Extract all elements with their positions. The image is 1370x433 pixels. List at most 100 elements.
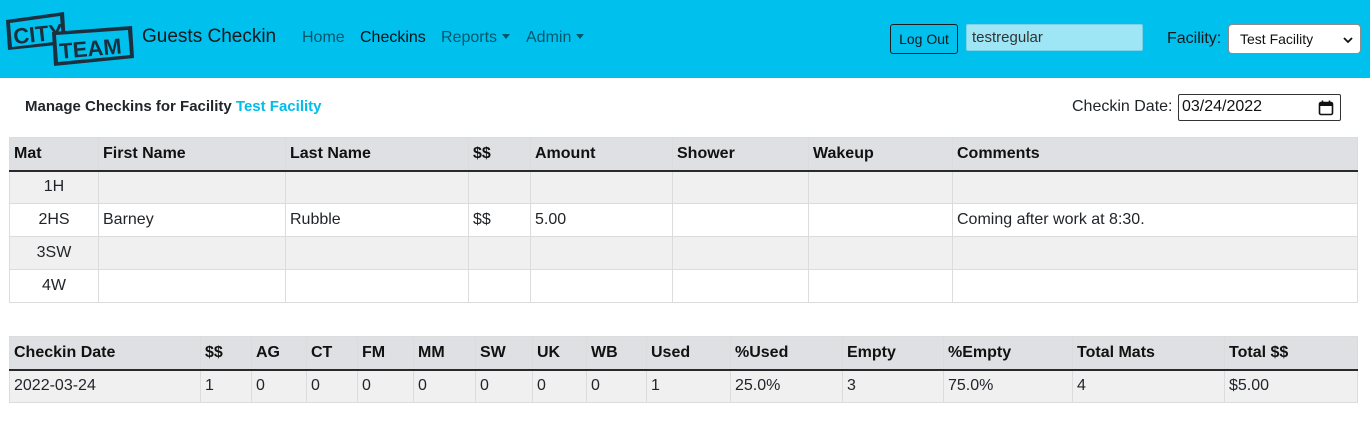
summary-col-header: SW <box>475 336 533 371</box>
checkin-date-value: 03/24/2022 <box>1182 98 1263 115</box>
caret-down-icon <box>576 34 585 39</box>
cell-last-name[interactable]: Rubble <box>285 203 469 237</box>
cell-comments[interactable] <box>952 269 1358 303</box>
summary-col-header: %Empty <box>943 336 1073 371</box>
facility-selected-value: Test Facility <box>1240 31 1314 47</box>
cell-comments[interactable] <box>952 170 1358 204</box>
caret-down-icon <box>502 34 511 39</box>
cell-amount[interactable] <box>530 269 673 303</box>
navbar: CITY TEAM Guests Checkin Home Checkins R… <box>0 0 1370 78</box>
cell-last-name[interactable] <box>285 269 469 303</box>
col-header-first-name: First Name <box>98 137 286 172</box>
cell-mat[interactable]: 1H <box>9 170 99 204</box>
cell-paid[interactable] <box>468 170 531 204</box>
nav-reports-dropdown[interactable]: Reports <box>441 29 511 47</box>
cell-shower[interactable] <box>672 269 809 303</box>
cell-comments[interactable]: Coming after work at 8:30. <box>952 203 1358 237</box>
summary-cell: 0 <box>251 369 307 403</box>
cell-wakeup[interactable] <box>808 203 953 237</box>
checkins-table: Mat First Name Last Name $$ Amount Showe… <box>9 137 1358 303</box>
cell-first-name[interactable] <box>98 170 286 204</box>
cell-mat[interactable]: 4W <box>9 269 99 303</box>
summary-col-header: %Used <box>730 336 843 371</box>
cell-last-name[interactable] <box>285 170 469 204</box>
table-row[interactable]: 3SW <box>9 236 1358 270</box>
summary-cell: 0 <box>586 369 647 403</box>
col-header-comments: Comments <box>952 137 1358 172</box>
cityteam-logo[interactable]: CITY TEAM <box>4 10 134 66</box>
checkin-date-input[interactable]: 03/24/2022 <box>1178 94 1341 121</box>
summary-header-row: Checkin Date $$ AG CT FM MM SW UK WB Use… <box>9 336 1358 371</box>
cell-wakeup[interactable] <box>808 170 953 204</box>
col-header-amount: Amount <box>530 137 673 172</box>
col-header-mat: Mat <box>9 137 99 172</box>
nav-home[interactable]: Home <box>302 29 345 47</box>
summary-cell: 0 <box>475 369 533 403</box>
col-header-last-name: Last Name <box>285 137 469 172</box>
cell-wakeup[interactable] <box>808 269 953 303</box>
col-header-shower: Shower <box>672 137 809 172</box>
table-row[interactable]: 2HS Barney Rubble $$ 5.00 Coming after w… <box>9 203 1358 237</box>
summary-cell: 0 <box>532 369 587 403</box>
summary-cell: $5.00 <box>1224 369 1358 403</box>
summary-col-header: Checkin Date <box>9 336 201 371</box>
cell-amount[interactable]: 5.00 <box>530 203 673 237</box>
cell-amount[interactable] <box>530 170 673 204</box>
cell-wakeup[interactable] <box>808 236 953 270</box>
cell-comments[interactable] <box>952 236 1358 270</box>
cell-shower[interactable] <box>672 170 809 204</box>
page-title: Manage Checkins for Facility Test Facili… <box>25 98 322 115</box>
summary-cell: 25.0% <box>730 369 843 403</box>
nav-admin-dropdown[interactable]: Admin <box>526 29 585 47</box>
summary-row: 2022-03-24 1 0 0 0 0 0 0 0 1 25.0% 3 75.… <box>9 369 1358 403</box>
summary-cell: 2022-03-24 <box>9 369 201 403</box>
cell-shower[interactable] <box>672 203 809 237</box>
summary-cell: 1 <box>646 369 731 403</box>
summary-table: Checkin Date $$ AG CT FM MM SW UK WB Use… <box>9 336 1358 403</box>
cell-shower[interactable] <box>672 236 809 270</box>
checkin-date-label: Checkin Date: <box>1072 98 1173 115</box>
col-header-wakeup: Wakeup <box>808 137 953 172</box>
cell-paid[interactable] <box>468 269 531 303</box>
col-header-paid: $$ <box>468 137 531 172</box>
cell-first-name[interactable]: Barney <box>98 203 286 237</box>
nav-admin-label: Admin <box>526 29 572 46</box>
summary-cell: 0 <box>306 369 358 403</box>
summary-col-header: Total Mats <box>1072 336 1225 371</box>
cell-paid[interactable]: $$ <box>468 203 531 237</box>
summary-col-header: $$ <box>200 336 252 371</box>
cell-mat[interactable]: 3SW <box>9 236 99 270</box>
summary-col-header: UK <box>532 336 587 371</box>
summary-cell: 1 <box>200 369 252 403</box>
summary-col-header: CT <box>306 336 358 371</box>
page-title-prefix: Manage Checkins for Facility <box>25 98 232 115</box>
nav-checkins[interactable]: Checkins <box>360 29 426 47</box>
cell-last-name[interactable] <box>285 236 469 270</box>
table-header-row: Mat First Name Last Name $$ Amount Showe… <box>9 137 1358 172</box>
facility-label: Facility: <box>1167 30 1222 47</box>
cell-mat[interactable]: 2HS <box>9 203 99 237</box>
table-row[interactable]: 1H <box>9 170 1358 204</box>
summary-col-header: MM <box>413 336 476 371</box>
summary-cell: 0 <box>357 369 414 403</box>
page-title-facility: Test Facility <box>235 98 322 115</box>
app-title[interactable]: Guests Checkin <box>142 26 276 48</box>
summary-col-header: FM <box>357 336 414 371</box>
summary-cell: 75.0% <box>943 369 1073 403</box>
username-field: testregular <box>966 24 1143 51</box>
logout-button[interactable]: Log Out <box>890 24 958 54</box>
calendar-icon[interactable] <box>1318 100 1334 116</box>
summary-cell: 4 <box>1072 369 1225 403</box>
summary-col-header: Total $$ <box>1224 336 1358 371</box>
summary-col-header: Empty <box>842 336 944 371</box>
summary-col-header: WB <box>586 336 647 371</box>
cell-paid[interactable] <box>468 236 531 270</box>
table-row[interactable]: 4W <box>9 269 1358 303</box>
cell-amount[interactable] <box>530 236 673 270</box>
cell-first-name[interactable] <box>98 236 286 270</box>
summary-cell: 0 <box>413 369 476 403</box>
cell-first-name[interactable] <box>98 269 286 303</box>
chevron-down-icon <box>1343 37 1353 44</box>
summary-col-header: AG <box>251 336 307 371</box>
facility-select[interactable]: Test Facility <box>1228 24 1361 54</box>
